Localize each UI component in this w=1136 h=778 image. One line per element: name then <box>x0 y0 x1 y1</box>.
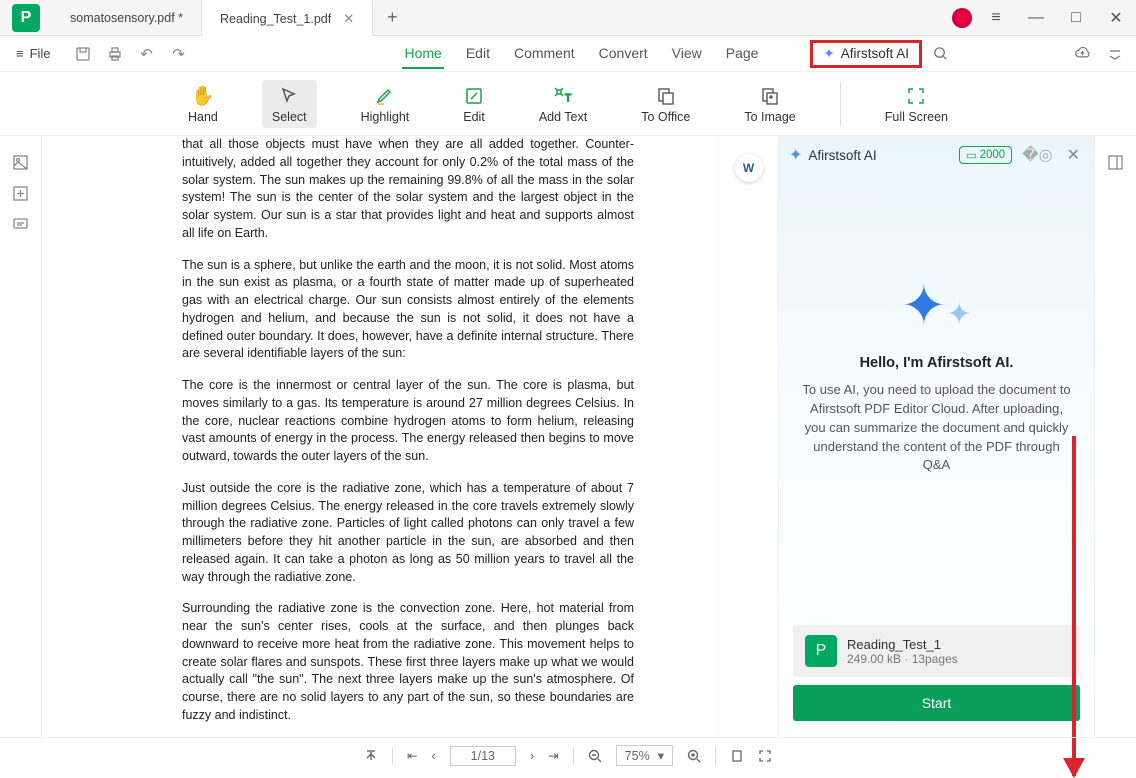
tool-highlight[interactable]: Highlight <box>351 80 420 128</box>
search-icon[interactable] <box>928 41 954 67</box>
tool-label: To Office <box>641 110 690 124</box>
credits-badge[interactable]: ▭ 2000 <box>959 146 1012 164</box>
svg-text:T: T <box>565 93 571 104</box>
right-panel-icon[interactable] <box>1107 154 1124 737</box>
para: Just outside the core is the radiative z… <box>182 480 634 587</box>
image-icon <box>760 84 780 108</box>
page-prev-icon[interactable]: ‹ <box>432 749 436 763</box>
close-panel-icon[interactable]: ✕ <box>1063 145 1084 165</box>
redo-icon[interactable]: ↷ <box>165 40 193 68</box>
page-next-icon[interactable]: › <box>530 749 534 763</box>
text-icon: T <box>553 84 573 108</box>
tool-toimage[interactable]: To Image <box>734 80 805 128</box>
print-icon[interactable] <box>101 40 129 68</box>
tool-fullscreen[interactable]: Full Screen <box>875 80 958 128</box>
tool-label: Full Screen <box>885 110 948 124</box>
credits-value: 2000 <box>980 149 1006 161</box>
fullscreen-icon <box>906 84 926 108</box>
tool-label: Hand <box>188 110 218 124</box>
cloud-icon[interactable] <box>1070 41 1096 67</box>
sparkle-icon: ✦ <box>823 46 834 62</box>
ai-hello: Hello, I'm Afirstsoft AI. <box>860 355 1014 371</box>
page-first-icon[interactable]: ⇤ <box>407 748 417 763</box>
close-window-icon[interactable]: ✕ <box>1096 0 1136 36</box>
tool-label: Add Text <box>539 110 587 124</box>
ai-button[interactable]: ✦ Afirstsoft AI <box>810 40 922 68</box>
start-button[interactable]: Start <box>793 685 1080 721</box>
cursor-icon <box>280 84 298 108</box>
settings-icon[interactable]: �◎ <box>1018 145 1056 165</box>
bookmarks-icon[interactable] <box>12 185 29 202</box>
edit-icon <box>464 84 484 108</box>
annotation-arrow <box>1072 436 1076 776</box>
panel-toggle-icon[interactable] <box>1102 41 1128 67</box>
new-tab-button[interactable]: + <box>373 7 412 28</box>
para: that all those objects must have when th… <box>182 136 634 243</box>
sparkle-large-icon: ✦✦ <box>901 274 971 337</box>
thumbnails-icon[interactable] <box>12 154 29 171</box>
page-last-icon[interactable]: ⇥ <box>548 748 558 763</box>
para: The core is the innermost or central lay… <box>182 377 634 466</box>
tool-label: To Image <box>744 110 795 124</box>
zoom-in-icon[interactable] <box>687 749 701 763</box>
file-meta: 249.00 kB · 13pages <box>847 652 958 666</box>
zoom-select[interactable]: 75% ▾ <box>616 745 673 766</box>
zoom-out-icon[interactable] <box>588 749 602 763</box>
tool-select[interactable]: Select <box>262 80 317 128</box>
file-name: Reading_Test_1 <box>847 637 958 652</box>
ai-desc: To use AI, you need to upload the docume… <box>801 381 1072 475</box>
close-tab-icon[interactable]: ✕ <box>343 11 354 27</box>
tab-label: somatosensory.pdf * <box>70 11 183 25</box>
avatar[interactable] <box>952 8 972 28</box>
tool-tooffice[interactable]: To Office <box>631 80 700 128</box>
presentation-icon[interactable] <box>758 749 772 763</box>
hamburger-icon: ≡ <box>16 46 24 61</box>
app-logo[interactable]: P <box>12 4 40 32</box>
document-view[interactable]: that all those objects must have when th… <box>42 136 718 737</box>
tool-edit[interactable]: Edit <box>453 80 495 128</box>
file-menu[interactable]: ≡ File <box>8 46 59 61</box>
tool-hand[interactable]: ✋ Hand <box>178 80 228 128</box>
minimize-icon[interactable]: — <box>1016 0 1056 36</box>
tab-1[interactable]: somatosensory.pdf * <box>52 0 202 36</box>
tab-label: Reading_Test_1.pdf <box>220 12 331 26</box>
divider <box>840 82 841 126</box>
save-icon[interactable] <box>69 40 97 68</box>
pdf-icon: P <box>805 635 837 667</box>
tool-label: Highlight <box>361 110 410 124</box>
zoom-value: 75% <box>625 749 650 763</box>
menu-page[interactable]: Page <box>724 39 761 69</box>
para: The sun is a sphere, but unlike the eart… <box>182 257 634 364</box>
highlight-icon <box>375 84 395 108</box>
menu-home[interactable]: Home <box>402 39 443 69</box>
hamburger-icon[interactable]: ≡ <box>976 0 1016 36</box>
tool-addtext[interactable]: T Add Text <box>529 80 597 128</box>
page-input[interactable]: 1/13 <box>450 746 516 766</box>
menu-comment[interactable]: Comment <box>512 39 577 69</box>
divider <box>392 747 393 765</box>
divider <box>573 747 574 765</box>
divider <box>715 747 716 765</box>
fit-page-icon[interactable] <box>730 749 744 763</box>
sparkle-icon: ✦ <box>789 145 802 165</box>
tab-2[interactable]: Reading_Test_1.pdf ✕ <box>202 0 373 36</box>
tool-label: Select <box>272 110 307 124</box>
ai-panel-title: Afirstsoft AI <box>808 148 876 163</box>
maximize-icon[interactable]: □ <box>1056 0 1096 36</box>
chevron-down-icon: ▾ <box>658 748 664 763</box>
menu-convert[interactable]: Convert <box>597 39 650 69</box>
file-label: File <box>30 46 51 61</box>
ai-button-label: Afirstsoft AI <box>841 46 909 61</box>
first-page-icon[interactable] <box>364 749 378 763</box>
undo-icon[interactable]: ↶ <box>133 40 161 68</box>
menu-view[interactable]: View <box>670 39 704 69</box>
hand-icon: ✋ <box>191 84 215 108</box>
menu-edit[interactable]: Edit <box>464 39 492 69</box>
tool-label: Edit <box>463 110 485 124</box>
office-icon <box>656 84 676 108</box>
ai-file-card: P Reading_Test_1 249.00 kB · 13pages <box>793 625 1080 677</box>
para: Surrounding the radiative zone is the co… <box>182 600 634 724</box>
word-badge-icon[interactable]: W <box>735 154 763 182</box>
comments-icon[interactable] <box>12 216 29 233</box>
